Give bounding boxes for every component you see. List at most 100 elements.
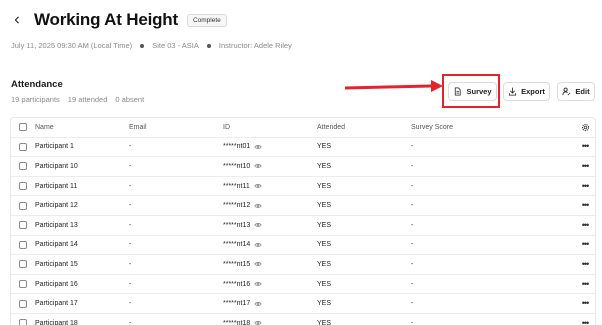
eye-icon[interactable] bbox=[254, 182, 262, 190]
session-datetime: July 11, 2025 09:30 AM (Local Time) bbox=[11, 41, 133, 50]
participant-name: Participant 13 bbox=[35, 221, 78, 229]
session-meta: July 11, 2025 09:30 AM (Local Time) Site… bbox=[11, 41, 292, 50]
column-header-name[interactable]: Name bbox=[35, 124, 129, 131]
table-body: Participant 1 - *****nt01 YES - ••• Part… bbox=[11, 138, 595, 325]
page-title: Working At Height bbox=[34, 10, 178, 29]
participant-email: - bbox=[129, 221, 132, 229]
participant-name: Participant 11 bbox=[35, 182, 78, 190]
participant-id: *****nt13 bbox=[223, 221, 251, 229]
gear-icon[interactable] bbox=[581, 123, 590, 132]
table-row[interactable]: Participant 16 - *****nt16 YES - ••• bbox=[11, 275, 595, 295]
participant-id: *****nt18 bbox=[223, 319, 251, 325]
more-options-icon[interactable]: ••• bbox=[582, 299, 590, 308]
row-checkbox[interactable] bbox=[19, 260, 27, 269]
row-checkbox[interactable] bbox=[19, 142, 27, 151]
edit-label: Edit bbox=[575, 87, 590, 96]
table-row[interactable]: Participant 18 - *****nt18 YES - ••• bbox=[11, 314, 595, 325]
table-row[interactable]: Participant 10 - *****nt10 YES - ••• bbox=[11, 157, 595, 177]
participant-name: Participant 17 bbox=[35, 300, 78, 308]
table-row[interactable]: Participant 1 - *****nt01 YES - ••• bbox=[11, 138, 595, 158]
participant-email: - bbox=[129, 143, 132, 151]
eye-icon[interactable] bbox=[254, 143, 262, 151]
eye-icon[interactable] bbox=[254, 319, 262, 325]
absent-count: 0 absent bbox=[115, 95, 145, 104]
row-checkbox[interactable] bbox=[19, 319, 27, 325]
attendance-stats: 19 participants 19 attended 0 absent bbox=[11, 95, 144, 104]
participants-count: 19 participants bbox=[11, 95, 60, 104]
eye-icon[interactable] bbox=[254, 260, 262, 268]
participant-name: Participant 15 bbox=[35, 260, 78, 268]
row-checkbox[interactable] bbox=[19, 221, 27, 230]
session-instructor: Instructor: Adele Riley bbox=[218, 41, 292, 50]
participant-survey-score: - bbox=[411, 300, 414, 308]
more-options-icon[interactable]: ••• bbox=[582, 279, 590, 289]
export-button[interactable]: Export bbox=[503, 82, 550, 101]
participant-email: - bbox=[129, 319, 132, 325]
participant-attended: YES bbox=[317, 182, 332, 190]
page-header: Working At Height Complete bbox=[10, 10, 227, 30]
column-header-attended[interactable]: Attended bbox=[317, 124, 411, 131]
participant-email: - bbox=[129, 182, 132, 190]
participant-name: Participant 16 bbox=[35, 280, 78, 288]
more-options-icon[interactable]: ••• bbox=[582, 142, 590, 151]
participant-email: - bbox=[129, 300, 132, 308]
more-options-icon[interactable]: ••• bbox=[582, 220, 590, 230]
separator-dot bbox=[140, 43, 145, 48]
more-options-icon[interactable]: ••• bbox=[582, 240, 590, 249]
more-options-icon[interactable]: ••• bbox=[582, 181, 590, 191]
eye-icon[interactable] bbox=[254, 241, 262, 249]
edit-button[interactable]: Edit bbox=[557, 82, 595, 101]
participant-attended: YES bbox=[317, 260, 332, 268]
select-all-checkbox[interactable] bbox=[19, 123, 27, 132]
annotation-highlight-box bbox=[442, 74, 500, 108]
column-header-email[interactable]: Email bbox=[129, 124, 223, 131]
participant-id: *****nt12 bbox=[223, 202, 251, 210]
row-checkbox[interactable] bbox=[19, 280, 27, 289]
participant-attended: YES bbox=[317, 280, 332, 288]
eye-icon[interactable] bbox=[254, 300, 262, 308]
participant-survey-score: - bbox=[411, 143, 414, 151]
annotation-arrow bbox=[345, 80, 443, 92]
attended-count: 19 attended bbox=[67, 95, 108, 104]
participant-survey-score: - bbox=[411, 182, 414, 190]
participant-name: Participant 10 bbox=[35, 162, 78, 170]
participant-email: - bbox=[129, 202, 132, 210]
more-options-icon[interactable]: ••• bbox=[582, 318, 590, 325]
participant-attended: YES bbox=[317, 202, 332, 210]
column-header-id[interactable]: ID bbox=[223, 124, 317, 131]
participant-survey-score: - bbox=[411, 162, 414, 170]
table-row[interactable]: Participant 11 - *****nt11 YES - ••• bbox=[11, 177, 595, 197]
participant-id: *****nt15 bbox=[223, 260, 251, 268]
column-header-survey-score[interactable]: Survey Score bbox=[411, 124, 575, 131]
row-checkbox[interactable] bbox=[19, 240, 27, 249]
attendance-heading: Attendance bbox=[11, 79, 63, 90]
eye-icon[interactable] bbox=[254, 202, 262, 210]
participant-id: *****nt01 bbox=[223, 143, 251, 151]
more-options-icon[interactable]: ••• bbox=[582, 259, 590, 269]
table-row[interactable]: Participant 12 - *****nt12 YES - ••• bbox=[11, 196, 595, 216]
more-options-icon[interactable]: ••• bbox=[582, 161, 590, 171]
eye-icon[interactable] bbox=[254, 221, 262, 229]
table-row[interactable]: Participant 17 - *****nt17 YES - ••• bbox=[11, 294, 595, 314]
table-row[interactable]: Participant 14 - *****nt14 YES - ••• bbox=[11, 236, 595, 256]
participant-id: *****nt14 bbox=[223, 241, 251, 249]
participant-attended: YES bbox=[317, 300, 332, 308]
participant-survey-score: - bbox=[411, 221, 414, 229]
participant-survey-score: - bbox=[411, 280, 414, 288]
row-checkbox[interactable] bbox=[19, 182, 27, 191]
participant-survey-score: - bbox=[411, 241, 414, 249]
export-label: Export bbox=[521, 87, 545, 96]
back-icon[interactable] bbox=[10, 13, 24, 27]
participant-name: Participant 14 bbox=[35, 241, 78, 249]
more-options-icon[interactable]: ••• bbox=[582, 201, 590, 210]
eye-icon[interactable] bbox=[254, 162, 262, 170]
table-row[interactable]: Participant 15 - *****nt15 YES - ••• bbox=[11, 255, 595, 275]
row-checkbox[interactable] bbox=[19, 299, 27, 308]
table-row[interactable]: Participant 13 - *****nt13 YES - ••• bbox=[11, 216, 595, 236]
participant-survey-score: - bbox=[411, 319, 414, 325]
row-checkbox[interactable] bbox=[19, 201, 27, 210]
row-checkbox[interactable] bbox=[19, 162, 27, 171]
participant-email: - bbox=[129, 241, 132, 249]
participant-attended: YES bbox=[317, 241, 332, 249]
eye-icon[interactable] bbox=[254, 280, 262, 288]
